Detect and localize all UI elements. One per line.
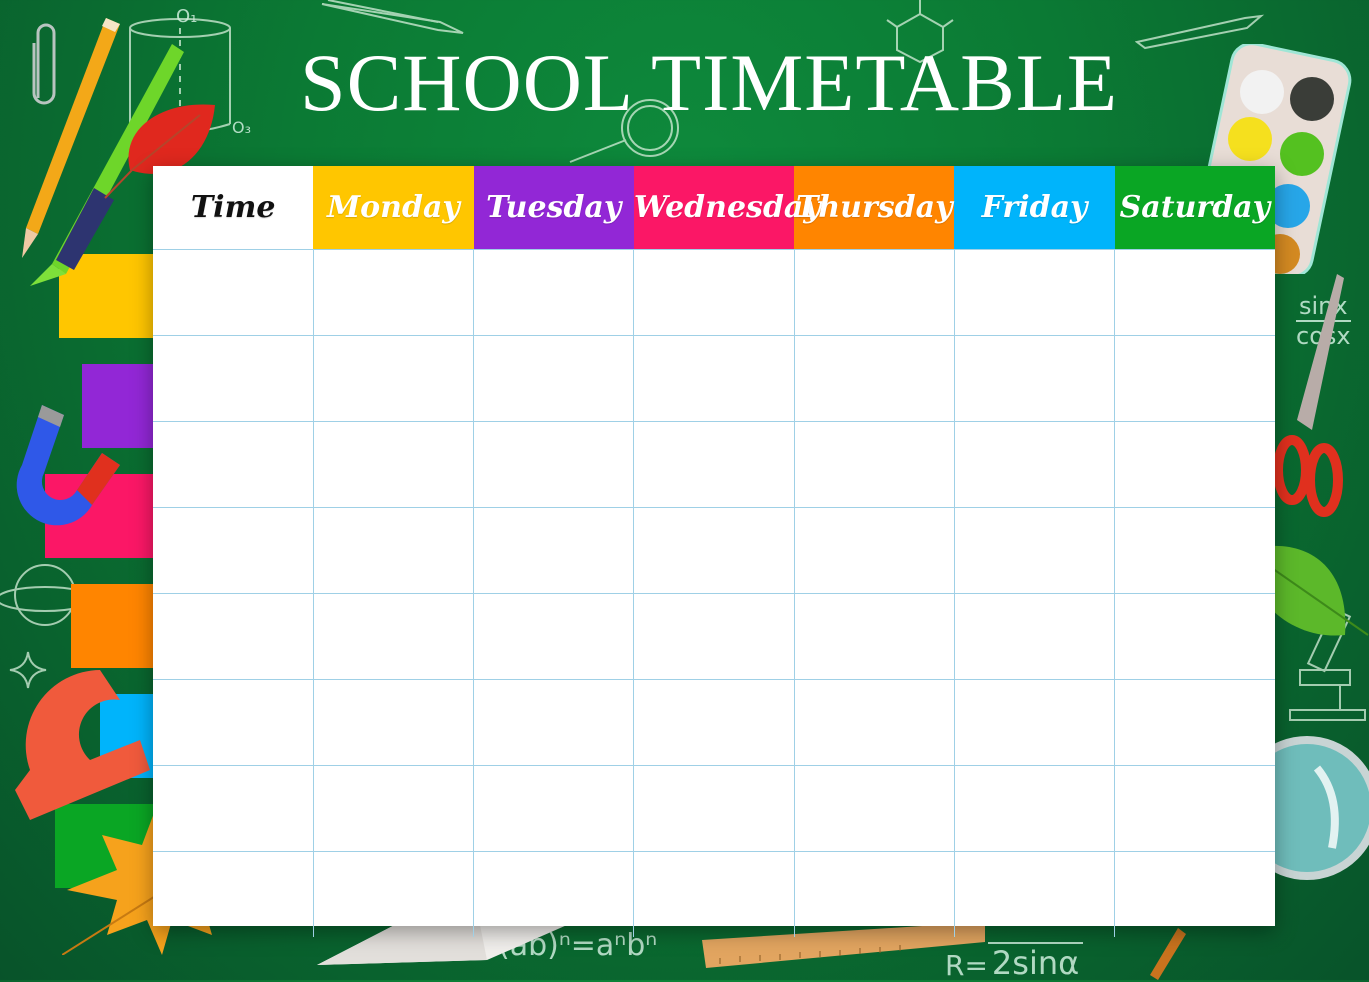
table-row [153,593,1275,680]
lesson-cell[interactable] [633,507,795,594]
lesson-cell[interactable] [633,679,795,766]
lesson-cell[interactable] [1114,679,1275,766]
column-header-thursday: Thursday [794,166,955,250]
lesson-cell[interactable] [312,593,475,680]
lesson-cell[interactable] [633,249,795,336]
table-row [153,679,1275,766]
lesson-cell[interactable] [312,765,475,852]
column-header-saturday: Saturday [1114,166,1275,250]
table-row [153,507,1275,594]
timetable-board: Time Monday Tuesday Wednesday Thursday F… [153,166,1275,937]
lesson-cell[interactable] [1114,421,1275,508]
protractor-icon [15,670,150,820]
lesson-cell[interactable] [953,421,1116,508]
lesson-cell[interactable] [473,679,635,766]
label-o1: O₁ [176,6,198,27]
lesson-cell[interactable] [953,679,1116,766]
column-header-wednesday: Wednesday [633,166,821,250]
timetable-grid: Time Monday Tuesday Wednesday Thursday F… [153,166,1275,937]
lesson-cell[interactable] [1114,851,1275,937]
time-cell[interactable] [153,507,314,594]
magnet-icon [16,405,120,526]
lesson-cell[interactable] [473,421,635,508]
lesson-cell[interactable] [953,593,1116,680]
formula-sine-rule: R= 2sinα [945,930,1084,982]
lesson-cell[interactable] [953,335,1116,422]
pencil-sketch-icon [321,0,464,34]
table-row [153,249,1275,336]
time-cell[interactable] [153,765,314,852]
lesson-cell[interactable] [793,507,955,594]
lesson-cell[interactable] [473,593,635,680]
lesson-cell[interactable] [953,765,1116,852]
lesson-cell[interactable] [473,765,635,852]
lesson-cell[interactable] [793,421,955,508]
lesson-cell[interactable] [793,765,955,852]
header-row: Time Monday Tuesday Wednesday Thursday F… [153,166,1275,250]
column-header-monday: Monday [313,166,474,250]
lesson-cell[interactable] [953,851,1116,937]
table-row [153,765,1275,852]
lesson-cell[interactable] [953,249,1116,336]
lesson-cell[interactable] [1114,335,1275,422]
lesson-cell[interactable] [633,765,795,852]
time-cell[interactable] [153,593,314,680]
time-cell[interactable] [153,851,314,937]
time-cell[interactable] [153,421,314,508]
scissors-icon [1273,274,1344,517]
lesson-cell[interactable] [473,851,635,937]
column-header-time: Time [153,166,314,250]
column-header-tuesday: Tuesday [473,166,634,250]
lesson-cell[interactable] [312,249,475,336]
magnifier-icon [1272,736,1369,880]
lesson-cell[interactable] [633,335,795,422]
lesson-cell[interactable] [793,335,955,422]
lesson-cell[interactable] [793,679,955,766]
lesson-cell[interactable] [1114,249,1275,336]
lesson-cell[interactable] [633,851,795,937]
lesson-cell[interactable] [312,507,475,594]
lesson-cell[interactable] [793,249,955,336]
lesson-cell[interactable] [312,335,475,422]
lesson-cell[interactable] [953,507,1116,594]
table-row [153,421,1275,508]
lesson-cell[interactable] [793,593,955,680]
lesson-cell[interactable] [312,851,475,937]
lesson-cell[interactable] [633,593,795,680]
lesson-cell[interactable] [312,679,475,766]
lesson-cell[interactable] [312,421,475,508]
lesson-cell[interactable] [793,851,955,937]
lesson-cell[interactable] [1114,593,1275,680]
lesson-cell[interactable] [473,335,635,422]
lesson-cell[interactable] [633,421,795,508]
lesson-cell[interactable] [1114,765,1275,852]
lesson-cell[interactable] [473,249,635,336]
column-header-friday: Friday [954,166,1115,250]
time-cell[interactable] [153,249,314,336]
table-row [153,851,1275,937]
time-cell[interactable] [153,679,314,766]
time-cell[interactable] [153,335,314,422]
lesson-cell[interactable] [1114,507,1275,594]
table-row [153,335,1275,422]
lesson-cell[interactable] [473,507,635,594]
